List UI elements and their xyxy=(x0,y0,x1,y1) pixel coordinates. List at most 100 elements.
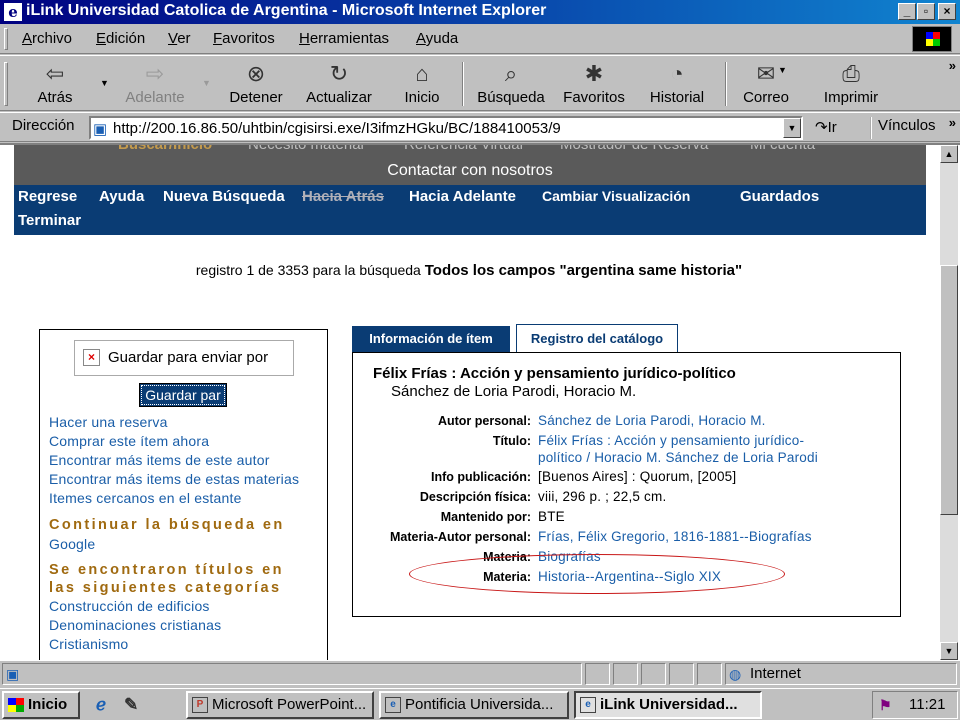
go-button[interactable]: ↷Ir xyxy=(815,118,837,136)
field-label: Materia-Autor personal: xyxy=(390,530,531,544)
system-tray: ⚑ 11:21 xyxy=(872,691,958,719)
google-link[interactable]: Google xyxy=(49,536,95,552)
scroll-thumb[interactable] xyxy=(940,265,958,515)
field-label: Info publicación: xyxy=(431,470,531,484)
address-input[interactable]: ▣ http://200.16.86.50/uhtbin/cgisirsi.ex… xyxy=(89,116,803,140)
search-button[interactable]: ⌕ Búsqueda xyxy=(472,59,550,109)
refresh-button[interactable]: ↻ Actualizar xyxy=(300,59,378,109)
tab-item-info[interactable]: Información de ítem xyxy=(352,326,510,352)
nav-new-search-link[interactable]: Nueva Búsqueda xyxy=(163,188,285,205)
maximize-button[interactable]: ▫ xyxy=(917,3,935,20)
windows-logo-throbber xyxy=(912,26,952,52)
forward-dropdown-icon[interactable]: ▼ xyxy=(202,78,211,88)
more-by-author-link[interactable]: Encontrar más items de este autor xyxy=(49,452,270,468)
close-button[interactable]: × xyxy=(938,3,956,20)
title-link[interactable]: Félix Frías : Acción y pensamiento juríd… xyxy=(538,433,804,448)
task-ilink[interactable]: e iLink Universidad... xyxy=(574,691,762,719)
categories-heading-line1: Se encontraron títulos en xyxy=(49,562,284,578)
author-link[interactable]: Sánchez de Loria Parodi, Horacio M. xyxy=(538,413,766,428)
nav-change-view-link[interactable]: Cambiar Visualización xyxy=(542,188,690,204)
print-button[interactable]: ⎙ Imprimir xyxy=(820,59,882,109)
nav-need-material[interactable]: Necesito material xyxy=(248,145,364,153)
clock[interactable]: 11:21 xyxy=(909,696,945,713)
tray-app-icon[interactable]: ⚑ xyxy=(879,697,892,714)
toolbar-more-chevron[interactable]: » xyxy=(949,58,956,73)
save-options-box[interactable]: × Guardar para enviar por xyxy=(74,340,294,376)
address-dropdown-icon[interactable]: ▼ xyxy=(783,118,801,138)
category-link[interactable]: Denominaciones cristianas xyxy=(49,617,221,633)
category-link[interactable]: Construcción de edificios xyxy=(49,598,210,614)
highlight-ellipse xyxy=(409,554,785,594)
menu-archivo[interactable]: Archivo xyxy=(22,30,72,47)
toolbar-grip[interactable] xyxy=(4,62,8,106)
history-button[interactable]: ◔ Historial xyxy=(644,59,710,109)
maintained-by-value: BTE xyxy=(538,509,565,524)
top-navigation: Buscar/Inicio Necesito material Referenc… xyxy=(14,145,926,185)
nav-next-link[interactable]: Hacia Adelante xyxy=(409,188,516,205)
task-powerpoint[interactable]: P Microsoft PowerPoint... xyxy=(186,691,374,719)
favorites-button[interactable]: ✱ Favoritos xyxy=(558,59,630,109)
title-bar: e iLink Universidad Catolica de Argentin… xyxy=(0,0,960,24)
stop-button[interactable]: ⊗ Detener xyxy=(222,59,290,109)
nav-help-link[interactable]: Ayuda xyxy=(99,188,144,205)
menu-ayuda[interactable]: Ayuda xyxy=(416,30,458,47)
address-url[interactable]: http://200.16.86.50/uhtbin/cgisirsi.exe/… xyxy=(113,120,561,137)
menu-favoritos[interactable]: Favoritos xyxy=(213,30,275,47)
actions-panel: × Guardar para enviar por Guardar par Ha… xyxy=(39,329,328,660)
printer-icon: ⎙ xyxy=(842,61,860,86)
page-viewport: Buscar/Inicio Necesito material Referenc… xyxy=(0,143,960,660)
unchecked-checkbox-icon[interactable]: × xyxy=(83,349,100,366)
field-label: Autor personal: xyxy=(437,414,531,428)
place-hold-link[interactable]: Hacer una reserva xyxy=(49,414,168,430)
buy-item-link[interactable]: Comprar este ítem ahora xyxy=(49,433,209,449)
nav-back-link[interactable]: Regrese xyxy=(18,188,77,205)
menu-ver[interactable]: Ver xyxy=(168,30,191,47)
back-button[interactable]: ⇦ Atrás xyxy=(30,59,80,109)
menu-edicion[interactable]: Edición xyxy=(96,30,145,47)
scroll-down-icon[interactable]: ▼ xyxy=(940,642,958,660)
status-cell xyxy=(641,663,666,685)
menu-grip[interactable] xyxy=(4,28,8,50)
tab-catalog-record[interactable]: Registro del catálogo xyxy=(516,324,678,353)
vertical-scrollbar[interactable]: ▲ ▼ xyxy=(940,145,958,660)
security-zone: ◍ Internet xyxy=(725,663,957,685)
stop-icon: ⊗ xyxy=(246,61,266,86)
search-query: Todos los campos "argentina same histori… xyxy=(424,262,743,279)
publication-value: [Buenos Aires] : Quorum, [2005] xyxy=(538,469,737,484)
standard-toolbar: ⇦ Atrás ▼ ⇨ Adelante ▼ ⊗ Detener ↻ Actua… xyxy=(0,55,960,111)
mail-dropdown-icon[interactable]: ▼ xyxy=(778,65,787,75)
title-link-continued[interactable]: político / Horacio M. Sánchez de Loria P… xyxy=(538,450,818,465)
home-button[interactable]: ⌂ Inicio xyxy=(398,59,446,109)
nav-virtual-reference[interactable]: Referencia Virtual xyxy=(404,145,523,153)
minimize-button[interactable]: _ xyxy=(898,3,916,20)
nav-my-account[interactable]: Mi cuenta xyxy=(750,145,815,153)
contact-link[interactable]: Contactar con nosotros xyxy=(14,162,926,180)
start-button[interactable]: Inicio xyxy=(2,691,80,719)
menu-herramientas[interactable]: Herramientas xyxy=(299,30,389,47)
forward-button[interactable]: ⇨ Adelante xyxy=(118,59,192,109)
window-title: iLink Universidad Catolica de Argentina … xyxy=(26,2,547,19)
nav-search-home[interactable]: Buscar/Inicio xyxy=(118,145,212,153)
shelf-browse-link[interactable]: Itemes cercanos en el estante xyxy=(49,490,242,506)
nav-saved-link[interactable]: Guardados xyxy=(740,188,819,205)
links-toolbar[interactable]: Vínculos xyxy=(870,117,936,139)
status-cell xyxy=(697,663,722,685)
links-more-chevron[interactable]: » xyxy=(949,115,956,130)
ie-quicklaunch-icon[interactable]: ℯ xyxy=(96,695,106,715)
task-pontificia[interactable]: e Pontificia Universida... xyxy=(379,691,569,719)
more-by-subject-link[interactable]: Encontrar más items de estas materias xyxy=(49,471,299,487)
home-icon: ⌂ xyxy=(415,61,429,86)
status-bar: ▣ ◍ Internet xyxy=(0,660,960,686)
outlook-quicklaunch-icon[interactable]: ✎ xyxy=(124,695,138,715)
globe-icon: ◍ xyxy=(729,666,742,682)
continue-search-heading: Continuar la búsqueda en xyxy=(49,517,285,533)
subject-author-link[interactable]: Frías, Félix Gregorio, 1816-1881--Biogra… xyxy=(538,529,812,544)
back-dropdown-icon[interactable]: ▼ xyxy=(100,78,109,88)
scroll-up-icon[interactable]: ▲ xyxy=(940,145,958,163)
category-link[interactable]: Cristianismo xyxy=(49,636,128,652)
nav-logout-link[interactable]: Terminar xyxy=(18,212,81,229)
nav-reserve-desk[interactable]: Mostrador de Reserva xyxy=(560,145,708,153)
save-button[interactable]: Guardar par xyxy=(139,383,227,407)
page-loaded-icon: ▣ xyxy=(6,666,20,682)
refresh-icon: ↻ xyxy=(329,61,349,86)
